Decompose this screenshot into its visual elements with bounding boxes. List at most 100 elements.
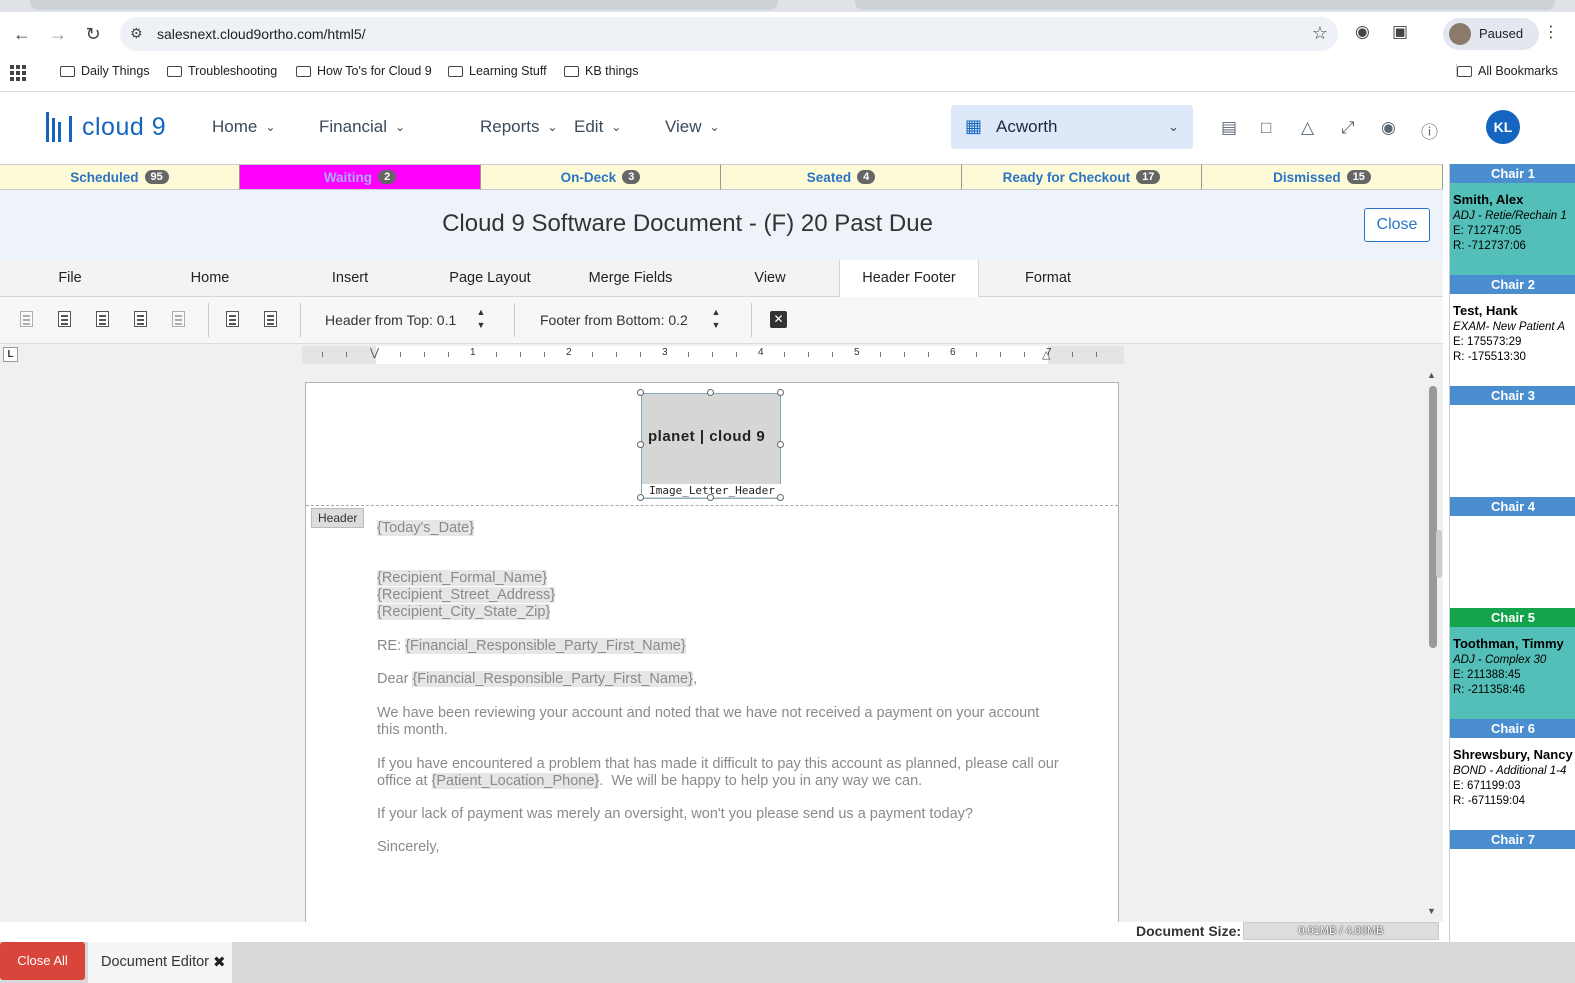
- resize-handle[interactable]: [777, 494, 784, 501]
- chair-6-header[interactable]: Chair 6: [1450, 719, 1575, 738]
- chair-3-header[interactable]: Chair 3: [1450, 386, 1575, 405]
- doc-line-p3[interactable]: If your lack of payment was merely an ov…: [377, 806, 973, 822]
- doc-line-closing[interactable]: Sincerely,: [377, 839, 440, 855]
- header-image[interactable]: planet | cloud 9 Image_Letter_Header: [641, 393, 782, 499]
- bookmark-star-icon[interactable]: ☆: [1312, 23, 1328, 44]
- tab-file[interactable]: File: [30, 260, 110, 297]
- location-selector[interactable]: ▦ Acworth ⌄: [951, 105, 1193, 149]
- scroll-down-icon[interactable]: ▼: [1427, 906, 1436, 916]
- merge-field[interactable]: {Recipient_City_State_Zip}: [377, 604, 551, 620]
- doc-line-p1[interactable]: this month.: [377, 722, 448, 738]
- resize-handle[interactable]: [637, 389, 644, 396]
- browser-tab[interactable]: [855, 0, 1555, 10]
- tab-view[interactable]: View: [730, 260, 810, 297]
- chair-4-header[interactable]: Chair 4: [1450, 497, 1575, 516]
- chair-1-header[interactable]: Chair 1: [1450, 164, 1575, 183]
- status-dismissed[interactable]: Dismissed 15: [1202, 164, 1443, 190]
- chair-2-appointment[interactable]: Test, Hank EXAM- New Patient A E: 175573…: [1450, 294, 1575, 386]
- footer-from-bottom-stepper[interactable]: ▲ ▼: [711, 306, 721, 332]
- doc-line-p1[interactable]: We have been reviewing your account and …: [377, 705, 1039, 721]
- tab-home[interactable]: Home: [170, 260, 250, 297]
- chair-panel-scrollbar[interactable]: [1436, 530, 1442, 578]
- document-page[interactable]: planet | cloud 9 Image_Letter_Header Hea…: [305, 382, 1119, 927]
- site-settings-icon[interactable]: ⚙: [130, 25, 143, 42]
- chair-5-appointment[interactable]: Toothman, Timmy ADJ - Complex 30 E: 2113…: [1450, 627, 1575, 719]
- tab-page-layout[interactable]: Page Layout: [440, 260, 540, 297]
- forward-icon[interactable]: →: [46, 22, 70, 46]
- chair-7-header[interactable]: Chair 7: [1450, 830, 1575, 849]
- notifications-icon[interactable]: △: [1301, 118, 1314, 138]
- next-section-icon[interactable]: [262, 311, 280, 329]
- cloud9-logo[interactable]: cloud 9: [46, 112, 166, 142]
- doc-line-recipient-street[interactable]: {Recipient_Street_Address}: [377, 587, 556, 603]
- lock-icon[interactable]: ◉: [1381, 118, 1396, 138]
- all-bookmarks[interactable]: All Bookmarks: [1456, 64, 1558, 78]
- menu-reports[interactable]: Reports ⌄: [480, 117, 558, 137]
- bookmark-troubleshooting[interactable]: Troubleshooting: [167, 64, 277, 78]
- merge-field[interactable]: {Financial_Responsible_Party_First_Name}: [405, 638, 686, 654]
- resize-handle[interactable]: [707, 389, 714, 396]
- previous-section-icon[interactable]: [224, 311, 242, 329]
- resize-handle[interactable]: [707, 494, 714, 501]
- back-icon[interactable]: ←: [10, 22, 34, 46]
- tab-insert[interactable]: Insert: [310, 260, 390, 297]
- close-header-footer-icon[interactable]: ✕: [770, 311, 787, 328]
- arrow-up-icon[interactable]: ▲: [477, 307, 486, 317]
- close-button[interactable]: Close: [1364, 208, 1430, 242]
- doc-line-p2[interactable]: office at {Patient_Location_Phone}. We w…: [377, 773, 922, 789]
- resize-handle[interactable]: [637, 494, 644, 501]
- tab-header-footer[interactable]: Header Footer: [839, 260, 979, 298]
- arrow-down-icon[interactable]: ▼: [712, 320, 721, 330]
- browser-tab[interactable]: [30, 0, 778, 10]
- menu-view[interactable]: View ⌄: [665, 117, 720, 137]
- insert-header-icon[interactable]: [18, 311, 36, 329]
- apps-grid-icon[interactable]: [10, 65, 26, 81]
- status-seated[interactable]: Seated 4: [721, 164, 962, 190]
- menu-edit[interactable]: Edit ⌄: [574, 117, 621, 137]
- status-on-deck[interactable]: On-Deck 3: [481, 164, 721, 190]
- password-manager-icon[interactable]: ◉: [1355, 22, 1370, 42]
- merge-field[interactable]: {Recipient_Formal_Name}: [377, 570, 548, 586]
- bookmark-how-tos[interactable]: How To's for Cloud 9: [296, 64, 432, 78]
- edit-header-icon[interactable]: [94, 311, 112, 329]
- right-indent-marker[interactable]: △: [1042, 348, 1050, 361]
- header-from-top-stepper[interactable]: ▲ ▼: [476, 306, 486, 332]
- chair-5-header[interactable]: Chair 5: [1450, 608, 1575, 627]
- menu-home[interactable]: Home ⌄: [212, 117, 275, 137]
- resize-handle[interactable]: [777, 441, 784, 448]
- merge-field[interactable]: {Patient_Location_Phone}: [431, 773, 600, 789]
- menu-financial[interactable]: Financial ⌄: [319, 117, 405, 137]
- left-indent-marker[interactable]: ⋁: [370, 346, 379, 359]
- browser-menu-icon[interactable]: ⋮: [1543, 22, 1559, 42]
- merge-field[interactable]: {Today's_Date}: [377, 520, 475, 536]
- chat-icon[interactable]: □: [1261, 118, 1271, 138]
- bookmark-daily-things[interactable]: Daily Things: [60, 64, 150, 78]
- arrow-up-icon[interactable]: ▲: [712, 307, 721, 317]
- horizontal-ruler[interactable]: 1 2 3 4 5 6 7 ⋁ △: [302, 346, 1124, 364]
- tab-merge-fields[interactable]: Merge Fields: [578, 260, 683, 297]
- tab-stop-selector[interactable]: L: [3, 347, 18, 362]
- edit-footer-icon[interactable]: [132, 311, 150, 329]
- address-bar[interactable]: ⚙ salesnext.cloud9ortho.com/html5/ ☆: [120, 17, 1338, 51]
- bookmark-learning-stuff[interactable]: Learning Stuff: [448, 64, 547, 78]
- status-ready-for-checkout[interactable]: Ready for Checkout 17: [962, 164, 1202, 190]
- chair-2-header[interactable]: Chair 2: [1450, 275, 1575, 294]
- merge-field[interactable]: {Recipient_Street_Address}: [377, 587, 556, 603]
- resize-handle[interactable]: [637, 441, 644, 448]
- editor-scrollbar[interactable]: ▲ ▼: [1424, 370, 1440, 922]
- chair-1-appointment[interactable]: Smith, Alex ADJ - Retie/Rechain 1 E: 712…: [1450, 183, 1575, 275]
- close-all-button[interactable]: Close All: [0, 942, 85, 980]
- chair-6-appointment[interactable]: Shrewsbury, Nancy BOND - Additional 1-4 …: [1450, 738, 1575, 830]
- link-to-previous-icon[interactable]: [170, 311, 188, 329]
- bookmark-kb-things[interactable]: KB things: [564, 64, 639, 78]
- profile-button[interactable]: Paused: [1443, 18, 1539, 50]
- merge-field[interactable]: {Financial_Responsible_Party_First_Name}: [412, 671, 693, 687]
- scrollbar-thumb[interactable]: [1429, 386, 1437, 648]
- user-avatar[interactable]: KL: [1486, 110, 1520, 144]
- insert-footer-icon[interactable]: [56, 311, 74, 329]
- doc-line-re[interactable]: RE: {Financial_Responsible_Party_First_N…: [377, 638, 686, 654]
- fullscreen-icon[interactable]: ⤢: [1341, 118, 1355, 138]
- document-editor-tab[interactable]: Document Editor ✖: [88, 942, 232, 983]
- doc-line-recipient-city[interactable]: {Recipient_City_State_Zip}: [377, 604, 551, 620]
- close-icon[interactable]: ✖: [213, 953, 226, 971]
